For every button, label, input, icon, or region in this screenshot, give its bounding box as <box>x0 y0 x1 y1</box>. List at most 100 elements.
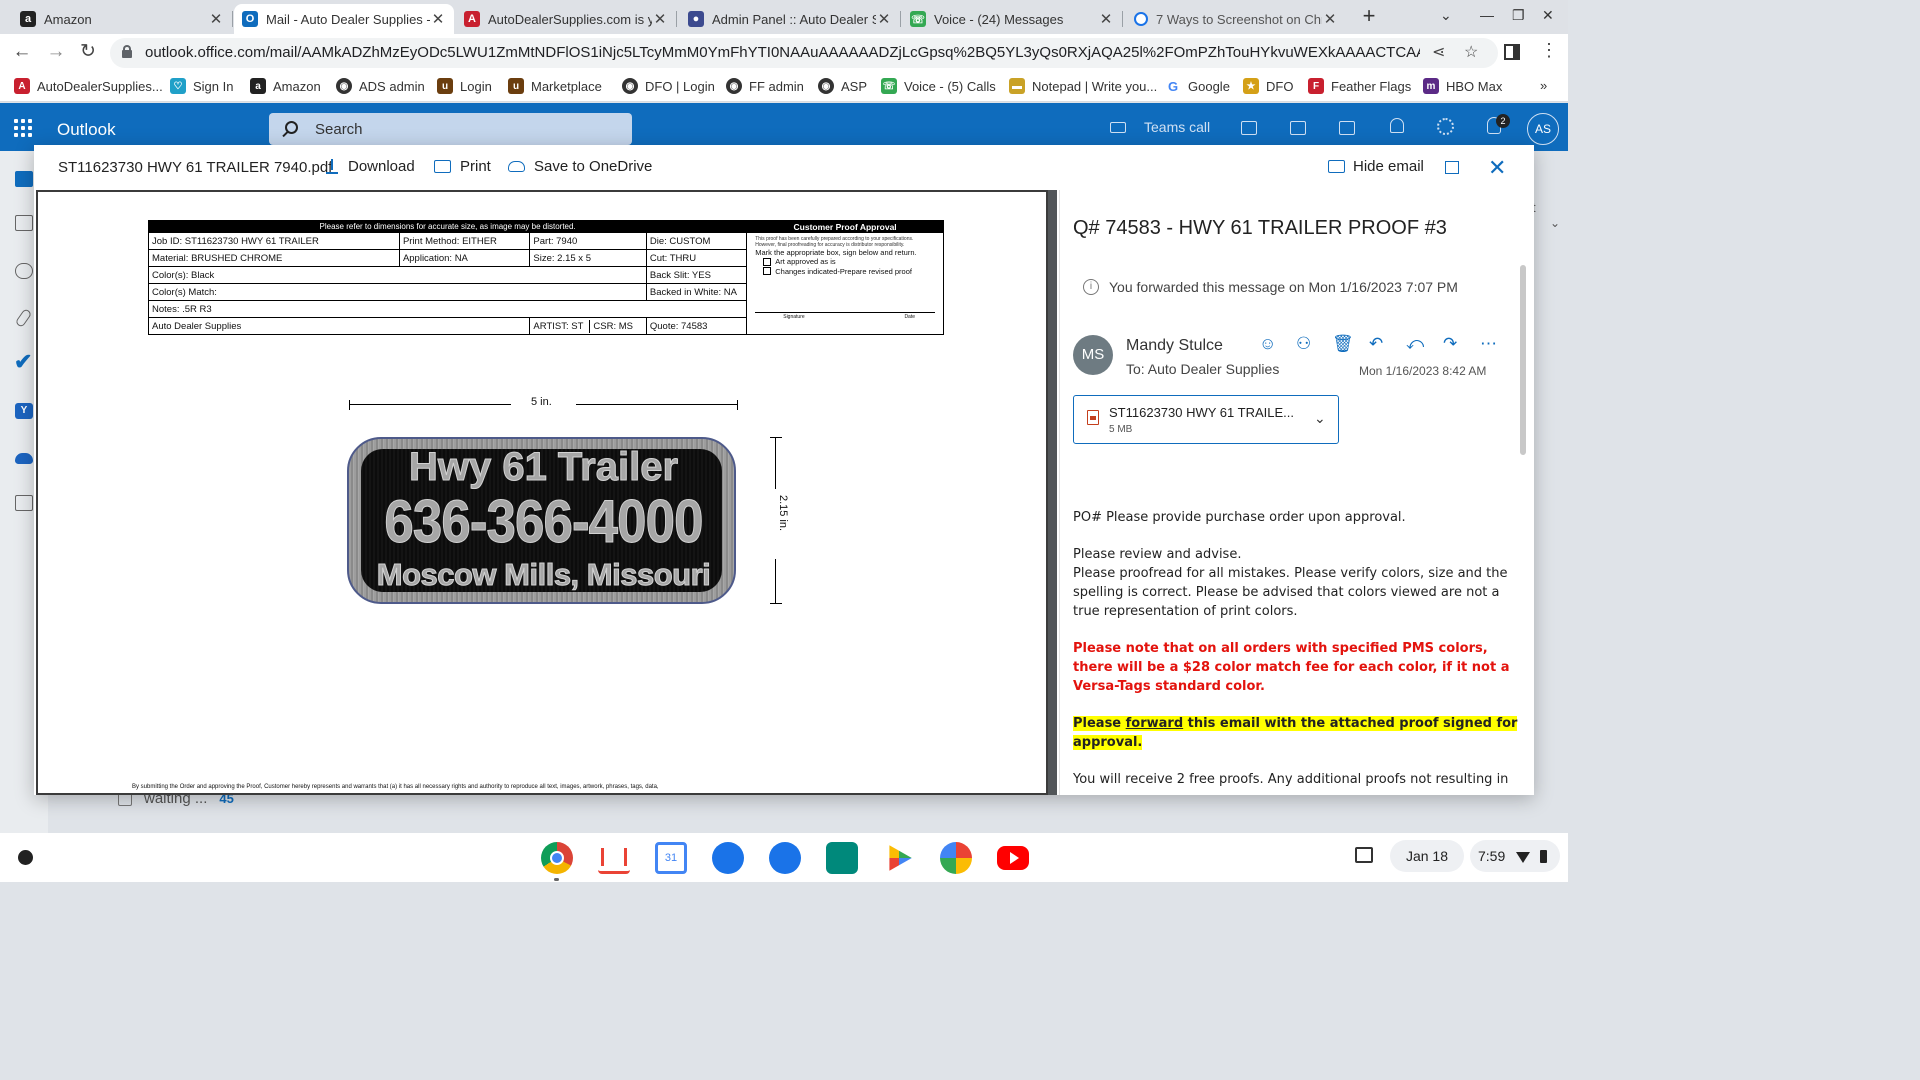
bookmark-label: Feather Flags <box>1331 78 1412 94</box>
close-tab-icon[interactable]: ✕ <box>652 10 668 28</box>
messages-app-icon[interactable] <box>769 842 801 874</box>
close-window-icon[interactable]: ✕ <box>1542 7 1554 24</box>
bookmark-dfo-login[interactable]: ◉ DFO | Login <box>622 78 715 94</box>
bookmark-dfo[interactable]: ★ DFO <box>1243 78 1293 94</box>
bookmark-google[interactable]: G Google <box>1165 78 1230 94</box>
bookmark-hbo-max[interactable]: m HBO Max <box>1423 78 1502 94</box>
forward-icon[interactable]: ↷ <box>1443 334 1457 354</box>
yammer-icon[interactable]: Y <box>15 403 33 419</box>
to-do-check-icon[interactable]: ✔ <box>14 349 32 375</box>
more-apps-icon[interactable] <box>15 495 33 511</box>
bookmark-label: Sign In <box>193 78 234 94</box>
bookmark-star-icon[interactable]: ☆ <box>1464 42 1478 62</box>
bookmark-amazon[interactable]: a Amazon <box>250 78 321 94</box>
account-avatar[interactable]: AS <box>1527 113 1559 145</box>
app-launcher-icon[interactable] <box>14 119 32 137</box>
outlook-brand[interactable]: Outlook <box>57 120 116 140</box>
url-text[interactable]: outlook.office.com/mail/AAMkADZhMzEyODc5… <box>145 44 1420 61</box>
forward-arrow-icon[interactable]: → <box>44 41 68 65</box>
more-actions-icon[interactable]: ⋯ <box>1480 334 1497 354</box>
tab-amazon[interactable]: a Amazon ✕ <box>12 4 233 34</box>
save-to-onedrive-button[interactable]: Save to OneDrive <box>508 158 652 175</box>
search-box[interactable]: Search <box>269 113 632 145</box>
teams-call-button[interactable]: Teams call <box>1110 119 1210 135</box>
files-app-icon[interactable] <box>712 842 744 874</box>
bookmark-ads-admin[interactable]: ◉ ADS admin <box>336 78 425 94</box>
photos-app-icon[interactable] <box>940 842 972 874</box>
chevron-down-icon[interactable]: ⌄ <box>1314 410 1326 427</box>
tab-voice[interactable]: ☏ Voice - (24) Messages ✕ <box>902 4 1123 34</box>
close-tab-icon[interactable]: ✕ <box>208 10 224 28</box>
close-tab-icon[interactable]: ✕ <box>876 10 892 28</box>
attachment-clip-icon[interactable] <box>14 308 33 328</box>
hide-email-button[interactable]: Hide email <box>1328 158 1424 175</box>
restore-window-icon[interactable]: ❐ <box>1512 7 1525 24</box>
tab-screenshot-article[interactable]: 7 Ways to Screenshot on Chromebook ✕ <box>1126 4 1346 34</box>
tab-search-chevron-icon[interactable]: ⌄ <box>1440 7 1452 24</box>
bookmark-asp[interactable]: ◉ ASP <box>818 78 867 94</box>
bookmark-voice-calls[interactable]: ☏ Voice - (5) Calls <box>881 78 996 94</box>
forward-link[interactable]: forward <box>1126 716 1184 731</box>
onedrive-cloud-icon[interactable] <box>15 453 33 464</box>
chrome-menu-icon[interactable]: ⋮ <box>1540 40 1558 61</box>
screen-capture-icon[interactable] <box>1355 847 1373 863</box>
youtube-app-icon[interactable] <box>997 846 1029 870</box>
more-bookmarks-icon[interactable]: » <box>1540 78 1547 93</box>
play-store-app-icon[interactable] <box>889 845 912 871</box>
reply-icon[interactable]: ↶ <box>1369 334 1383 354</box>
close-tab-icon[interactable]: ✕ <box>430 10 446 28</box>
new-tab-button[interactable]: + <box>1356 4 1382 30</box>
chat-icon[interactable] <box>1241 121 1257 135</box>
panel-icon <box>1328 160 1345 173</box>
reload-icon[interactable]: ↻ <box>76 41 100 65</box>
tab-autodealersupplies[interactable]: A AutoDealerSupplies.com is your ✕ <box>456 4 677 34</box>
attachment-card[interactable]: ST11623730 HWY 61 TRAILE... 5 MB ⌄ <box>1073 395 1339 444</box>
chrome-app-icon[interactable] <box>541 842 573 874</box>
people-icon[interactable]: ⚇ <box>1296 334 1311 354</box>
tab-admin-panel[interactable]: ● Admin Panel :: Auto Dealer Supplies ✕ <box>680 4 901 34</box>
bookmark-sign-in[interactable]: ♡ Sign In <box>170 78 233 94</box>
sender-avatar[interactable]: MS <box>1073 335 1113 375</box>
notification-bell-icon[interactable] <box>1390 118 1404 133</box>
bookmark-autodealersupplies[interactable]: A AutoDealerSupplies... <box>14 78 163 94</box>
csr-label: CSR: MS <box>593 320 634 332</box>
bookmark-marketplace[interactable]: u Marketplace <box>508 78 602 94</box>
reply-all-icon[interactable]: ⤺ <box>1406 334 1424 354</box>
print-button[interactable]: Print <box>434 158 491 175</box>
share-icon[interactable]: ⋖ <box>1432 42 1445 62</box>
pdf-scrollbar[interactable] <box>1048 190 1057 795</box>
minimize-window-icon[interactable]: — <box>1480 7 1494 23</box>
tab-outlook-mail[interactable]: O Mail - Auto Dealer Supplies - Outlook … <box>234 4 454 34</box>
gmail-app-icon[interactable] <box>598 842 630 874</box>
download-button[interactable]: Download <box>326 158 415 175</box>
meet-app-icon[interactable] <box>826 842 858 874</box>
launcher-icon[interactable] <box>18 850 33 865</box>
delete-trash-icon[interactable]: 🗑 <box>1332 334 1354 354</box>
pop-out-icon[interactable] <box>1445 161 1459 174</box>
tray-date[interactable]: Jan 18 <box>1390 840 1464 872</box>
bookmark-login[interactable]: u Login <box>437 78 492 94</box>
settings-gear-icon[interactable] <box>1437 118 1454 135</box>
bookmark-feather-flags[interactable]: F Feather Flags <box>1308 78 1411 94</box>
calendar-app-icon[interactable]: 31 <box>655 842 687 874</box>
email-scrollbar[interactable] <box>1520 265 1526 455</box>
bookmark-notepad[interactable]: ▬ Notepad | Write you... <box>1009 78 1157 94</box>
emoji-react-icon[interactable]: ☺ <box>1259 334 1276 354</box>
pdf-viewer[interactable]: Please refer to dimensions for accurate … <box>36 190 1048 795</box>
tab-title: AutoDealerSupplies.com is your <box>488 11 652 27</box>
close-preview-icon[interactable]: ✕ <box>1488 155 1506 181</box>
back-arrow-icon[interactable]: ← <box>10 41 34 65</box>
close-tab-icon[interactable]: ✕ <box>1098 10 1114 28</box>
calendar-icon[interactable] <box>15 215 33 231</box>
sender-name[interactable]: Mandy Stulce <box>1126 337 1223 355</box>
chevron-down-icon[interactable]: ⌄ <box>1550 216 1560 230</box>
side-panel-icon[interactable] <box>1504 44 1520 60</box>
people-icon[interactable] <box>15 263 33 279</box>
mail-icon[interactable] <box>15 171 33 187</box>
company-cell: Auto Dealer Supplies <box>147 317 531 335</box>
close-tab-icon[interactable]: ✕ <box>1322 10 1338 28</box>
address-bar[interactable]: outlook.office.com/mail/AAMkADZhMzEyODc5… <box>110 38 1498 68</box>
to-do-icon[interactable] <box>1339 121 1355 135</box>
word-icon[interactable] <box>1290 121 1306 135</box>
bookmark-ff-admin[interactable]: ◉ FF admin <box>726 78 804 94</box>
